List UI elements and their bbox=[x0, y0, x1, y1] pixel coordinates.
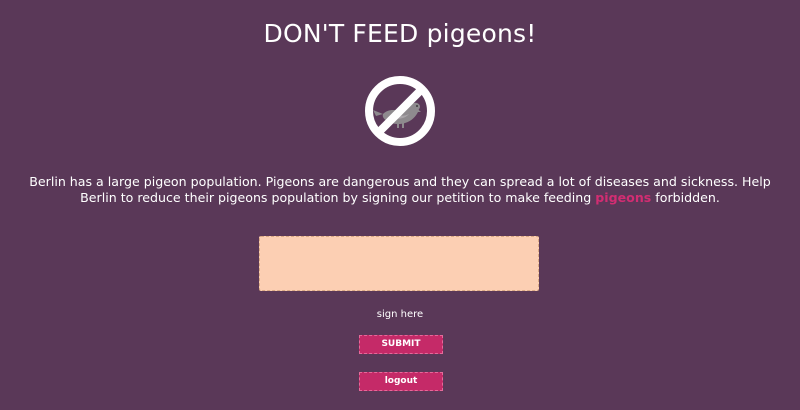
signature-canvas[interactable] bbox=[259, 236, 539, 291]
signature-label: sign here bbox=[376, 309, 424, 320]
intro-paragraph: Berlin has a large pigeon population. Pi… bbox=[20, 174, 780, 206]
no-pigeon-icon bbox=[365, 76, 435, 146]
petition-page: DON'T FEED pigeons! Berlin has a large p… bbox=[0, 0, 800, 410]
intro-text-end: forbidden. bbox=[651, 190, 720, 205]
submit-button[interactable]: SUBMIT bbox=[359, 335, 443, 354]
logout-button[interactable]: logout bbox=[359, 372, 443, 391]
page-title: DON'T FEED pigeons! bbox=[263, 19, 537, 48]
intro-highlight: pigeons bbox=[595, 190, 652, 205]
